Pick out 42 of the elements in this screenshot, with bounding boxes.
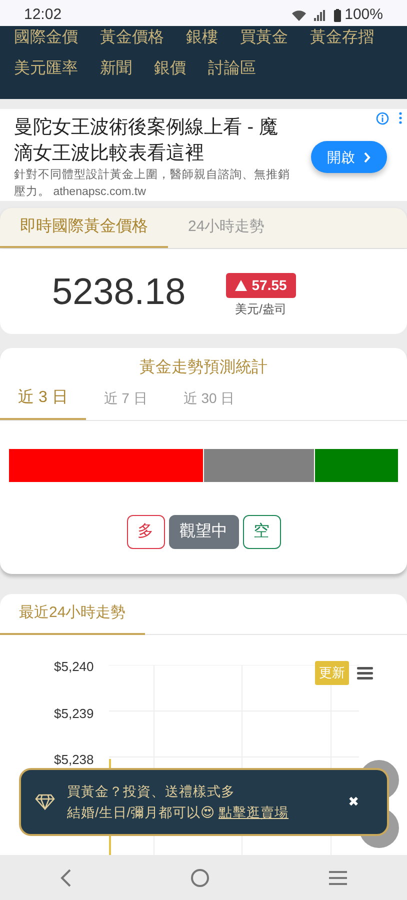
back-icon[interactable] — [60, 868, 72, 886]
nav-link-item[interactable]: 新聞 — [100, 57, 132, 81]
ad-description: 針對不同體型設計黃金上圍，醫師親自諮詢、無推銷壓力。 athenapsc.com.tw — [14, 167, 291, 200]
nav-link-item[interactable]: 美元匯率 — [14, 57, 78, 81]
nav-link-item[interactable]: 國際金價 — [14, 26, 78, 50]
nav-link-item[interactable]: 黃金價格 — [100, 26, 164, 50]
nav-link-item[interactable]: 買黃金 — [240, 26, 288, 50]
axis-tick-label: $5,239 — [54, 704, 94, 722]
nav-link-item[interactable]: 銀價 — [154, 57, 186, 81]
period-tab[interactable]: 近 3 日 — [0, 386, 86, 420]
promo-text: 買黃金？投資、送禮樣式多 — [67, 783, 236, 801]
home-icon[interactable] — [191, 868, 210, 886]
promo-text: 結婚/生日/彌月都可以😍 — [67, 804, 215, 822]
price-unit: 美元/盎司 — [235, 301, 286, 318]
axis-tick-label: $5,240 — [54, 658, 94, 676]
up-triangle-icon — [234, 280, 247, 291]
trend-title: 最近24小時走勢 — [0, 594, 145, 635]
nav-link-item[interactable]: 黃金存摺 — [310, 26, 374, 50]
forecast-option-button[interactable]: 多 — [126, 515, 164, 549]
forecast-option-button[interactable]: 觀望中 — [168, 515, 238, 549]
chevron-icon — [363, 152, 371, 162]
more-icon[interactable] — [399, 112, 402, 124]
forecast-option-button[interactable]: 空 — [242, 515, 280, 549]
open-button[interactable]: 開啟 — [311, 141, 387, 173]
signal-icon — [314, 10, 326, 20]
battery-icon — [334, 8, 341, 22]
nav-link-item[interactable]: 銀樓 — [186, 26, 218, 50]
axis-tick-label: $5,238 — [54, 751, 94, 769]
battery-level: 100% — [344, 4, 383, 25]
clock-time: 12:02 — [24, 4, 62, 25]
price-change: 57.55 — [226, 273, 296, 298]
close-button[interactable]: ✖ — [348, 792, 359, 812]
info-icon[interactable] — [376, 112, 389, 125]
menu-icon[interactable] — [357, 667, 373, 680]
ad-title[interactable]: 曼陀女王波術後案例線上看 - 魔滴女王波比較表看這裡 — [14, 115, 294, 167]
diamond-icon — [35, 794, 55, 810]
wifi-icon — [292, 10, 306, 20]
nav-link-item[interactable]: 討論區 — [208, 57, 256, 81]
recent-apps-icon[interactable] — [329, 870, 348, 884]
forecast-title: 黃金走勢預測統計 — [138, 358, 268, 378]
shop-link[interactable]: 點擊逛賣場 — [218, 802, 289, 823]
price-value: 5238.18 — [52, 270, 186, 314]
